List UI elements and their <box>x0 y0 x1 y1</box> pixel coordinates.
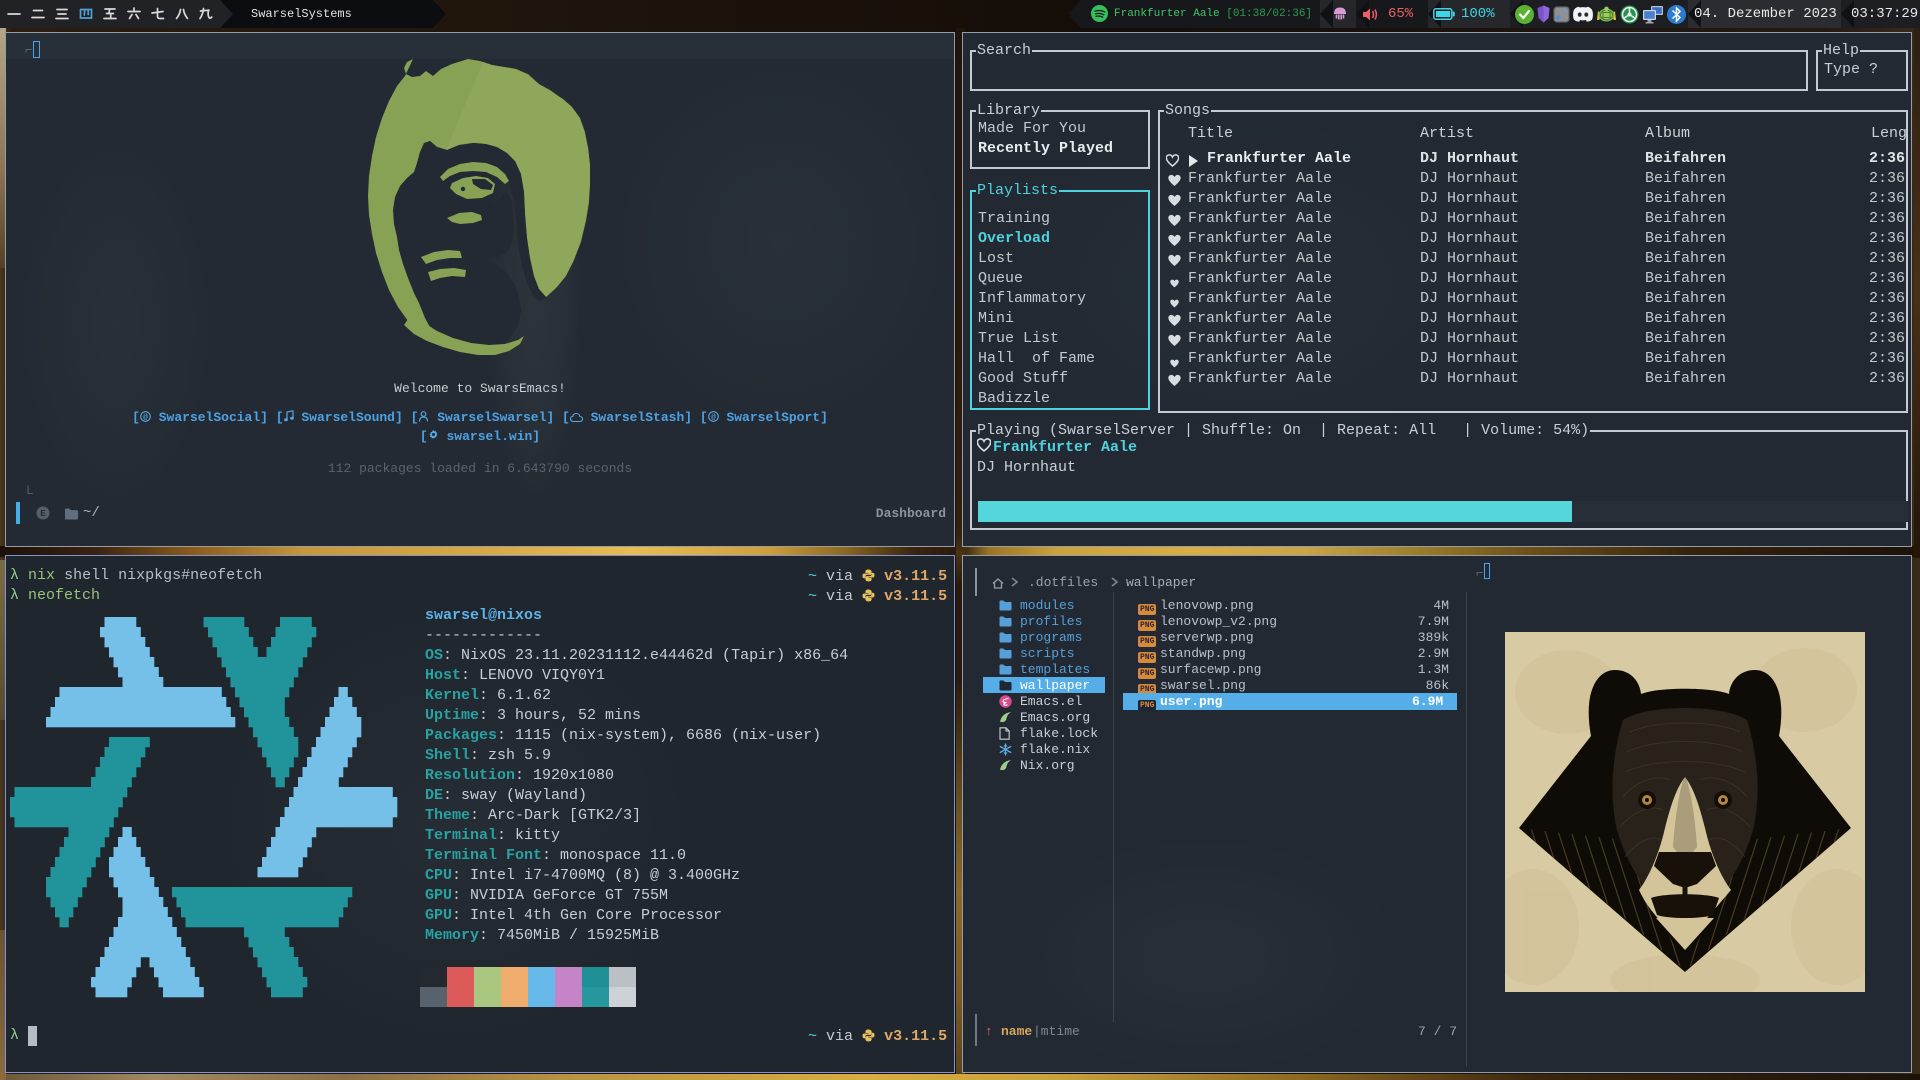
svg-text:E: E <box>40 509 46 519</box>
svg-text:@: @ <box>143 414 148 422</box>
svg-text:@: @ <box>711 414 716 422</box>
